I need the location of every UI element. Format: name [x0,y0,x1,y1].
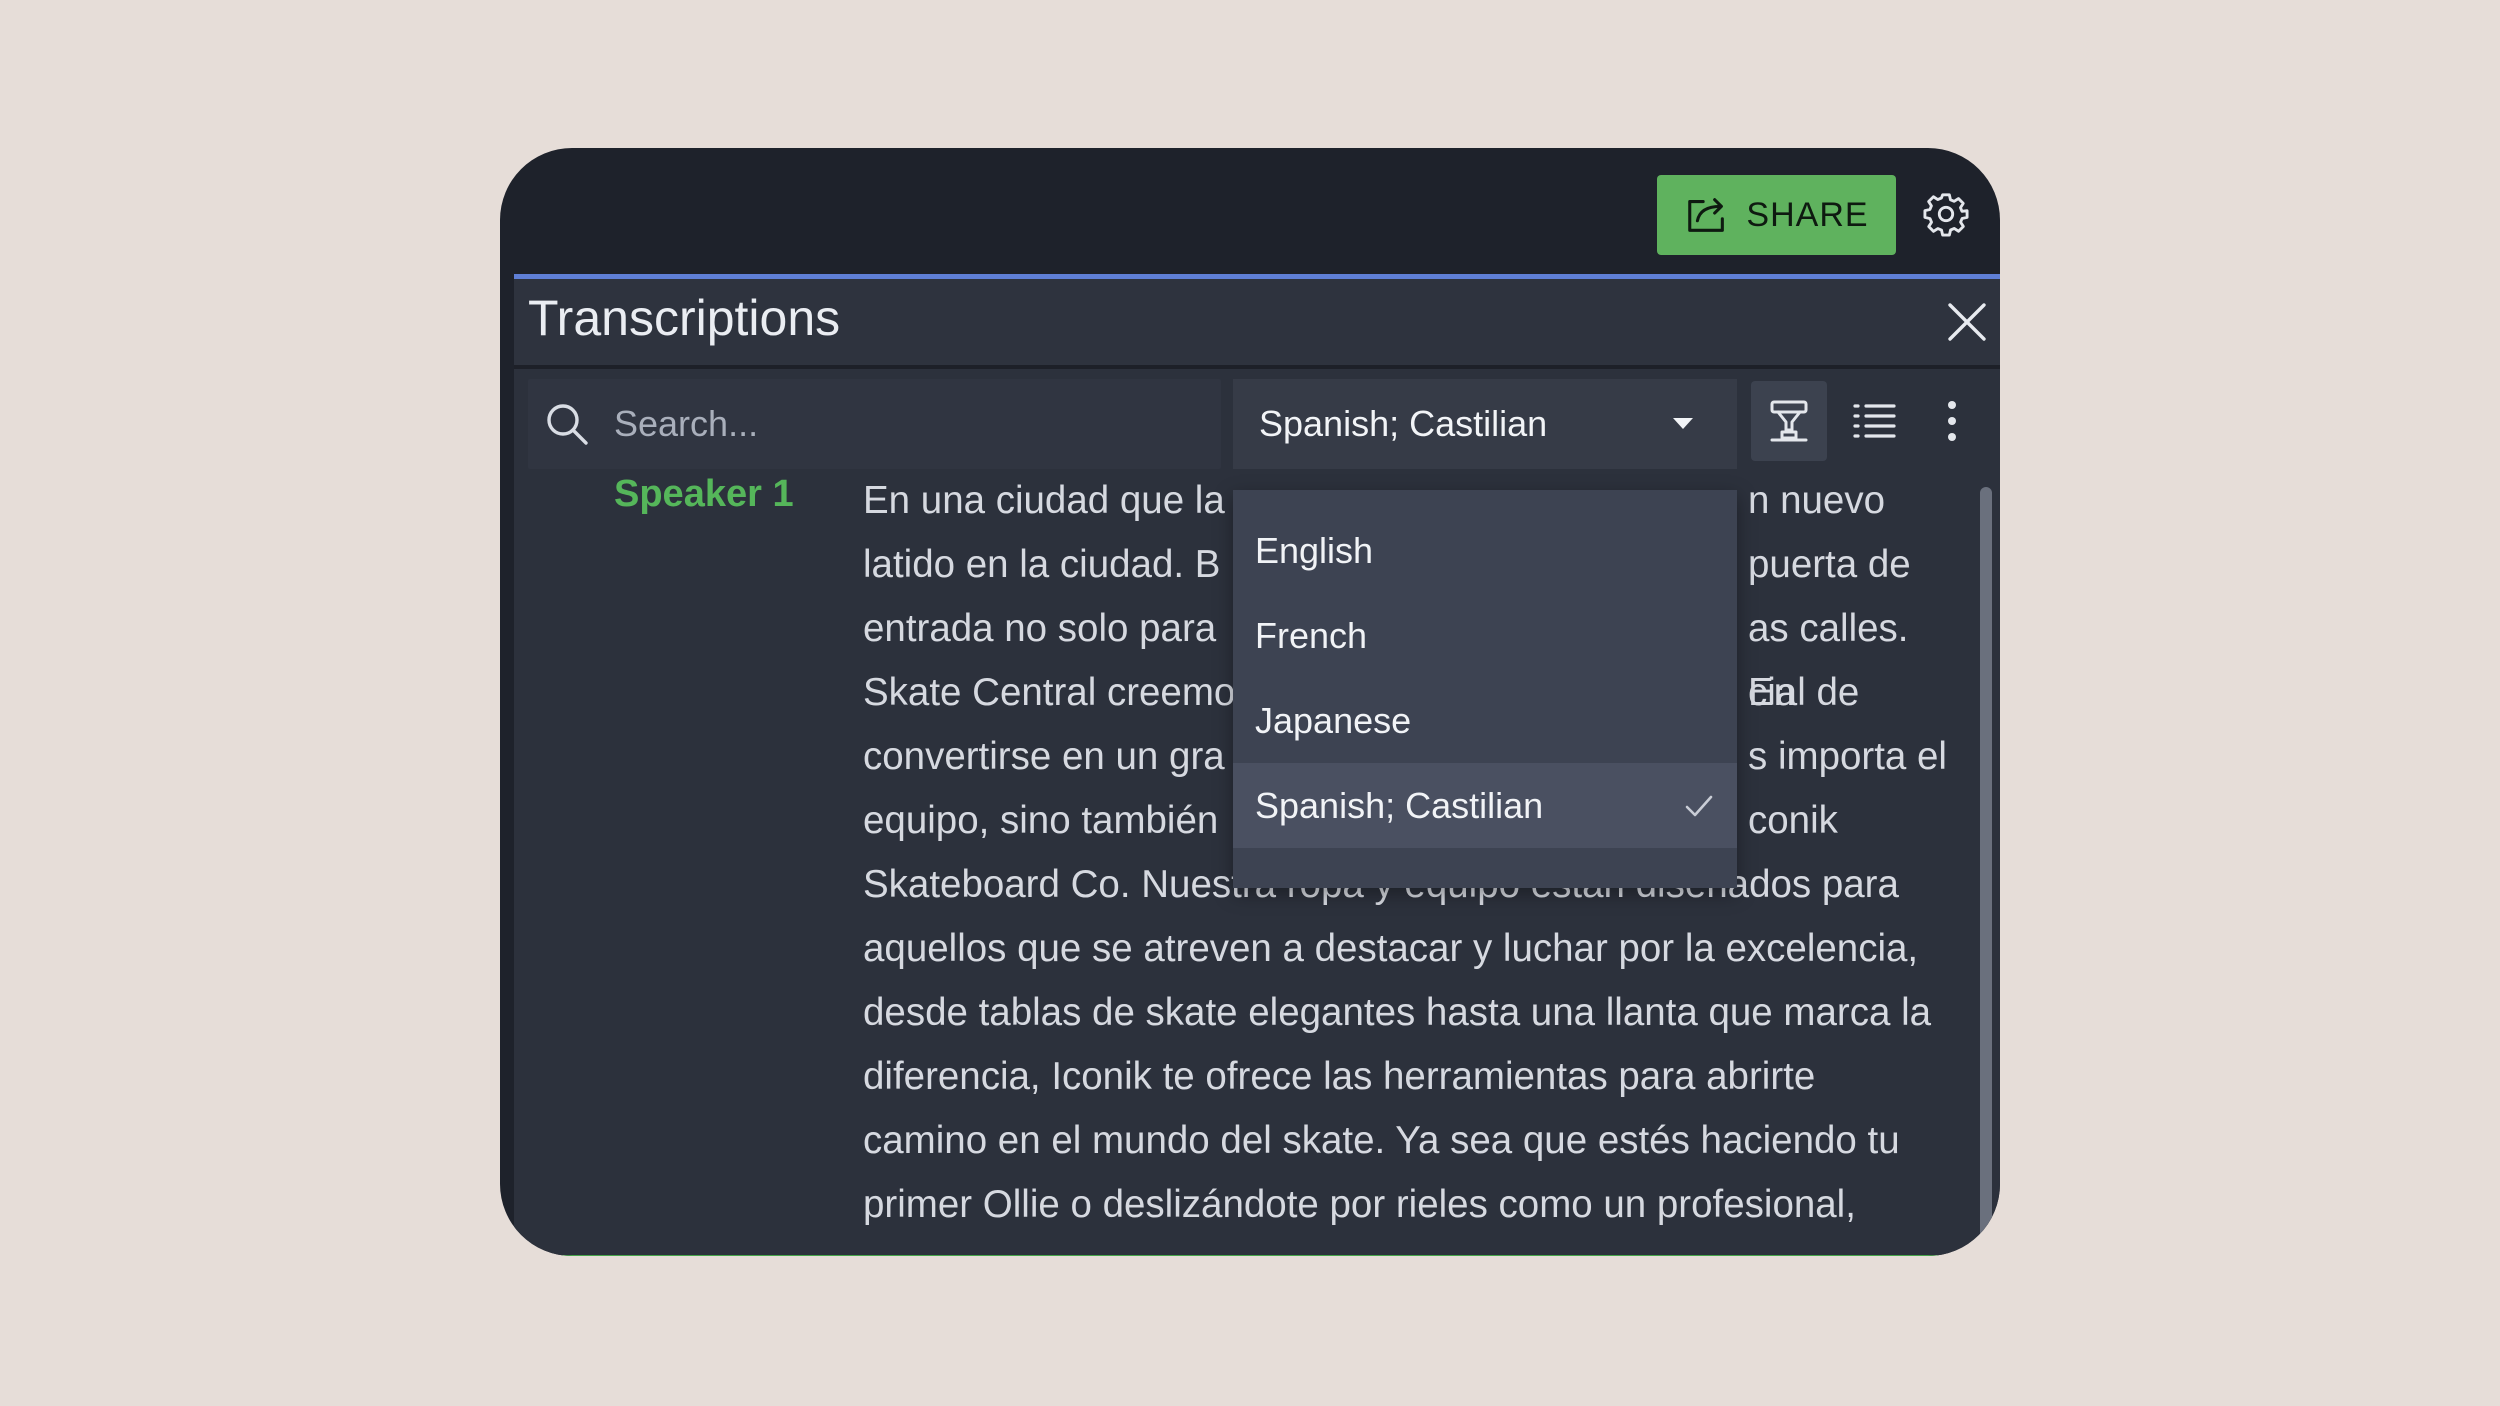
transcript-line-left: latido en la ciudad. B [863,543,1221,586]
transcript-line: camino en el mundo del skate. Ya sea que… [863,1119,1900,1162]
list-view-button[interactable] [1836,381,1912,461]
language-dropdown: English French Japanese Spanish; Castili… [1233,490,1737,888]
more-vertical-icon [1948,401,1956,441]
transcript-line: primer Ollie o deslizándote por rieles c… [863,1183,1856,1226]
caret-down-icon [1673,418,1693,429]
bottom-accent-line [514,1255,2000,1256]
gear-icon [1923,193,1969,237]
language-option-japanese[interactable]: Japanese [1233,678,1737,763]
language-select[interactable]: Spanish; Castilian [1233,379,1737,469]
transcript-line: desde tablas de skate elegantes hasta un… [863,991,1932,1034]
transcript-line-left: equipo, sino también [863,799,1219,842]
language-option-english[interactable]: English [1233,508,1737,593]
search-input[interactable] [614,379,1204,469]
language-select-value: Spanish; Castilian [1259,403,1548,444]
list-icon [1853,404,1896,438]
language-option-spanish[interactable]: Spanish; Castilian [1233,763,1737,848]
app-window: SHARE Transcriptions Search... Spanish; … [500,148,2000,1256]
transcript-line-left: entrada no solo para [863,607,1217,650]
transcript-line-right: s importa el [1748,735,1947,778]
transcript-line-right: n nuevo [1748,479,1886,522]
language-option-label: Spanish; Castilian [1255,784,1544,826]
language-option-label: French [1255,614,1368,656]
transcript-line-left: Skate Central creemo [863,671,1236,714]
share-icon [1688,198,1725,232]
check-icon [1685,795,1713,817]
scrollbar[interactable] [1980,487,1992,1247]
search-box [528,379,1221,469]
highlight-button[interactable] [1751,381,1827,461]
transcript-line-right: cial de [1748,671,1860,714]
share-label: SHARE [1746,195,1869,234]
transcript-line-right: conik [1748,799,1838,842]
close-icon[interactable] [1944,299,1990,345]
language-option-label: Japanese [1255,699,1412,741]
transcript-line-right: puerta de [1748,543,1911,586]
transcript-line: aquellos que se atreven a destacar y luc… [863,927,1919,970]
panel-title: Transcriptions [528,290,841,346]
settings-button[interactable] [1920,188,1972,240]
transcript-line-left: En una ciudad que la [863,479,1225,522]
transcript-line-left: convertirse en un gra [863,735,1225,778]
highlighter-icon [1770,400,1808,442]
share-button[interactable]: SHARE [1657,175,1896,255]
speaker-label: Speaker 1 [614,473,794,515]
language-option-label: English [1255,529,1374,571]
transcript-line: diferencia, Iconik te ofrece las herrami… [863,1055,1816,1098]
language-option-french[interactable]: French [1233,593,1737,678]
scrollbar-thumb[interactable] [1980,487,1992,1247]
transcript-toolbar: Spanish; Castilian [514,369,2000,469]
panel-header: Transcriptions [514,279,2000,369]
search-icon [547,404,588,445]
more-options-button[interactable] [1914,381,1990,461]
top-bar: SHARE [500,148,2000,274]
